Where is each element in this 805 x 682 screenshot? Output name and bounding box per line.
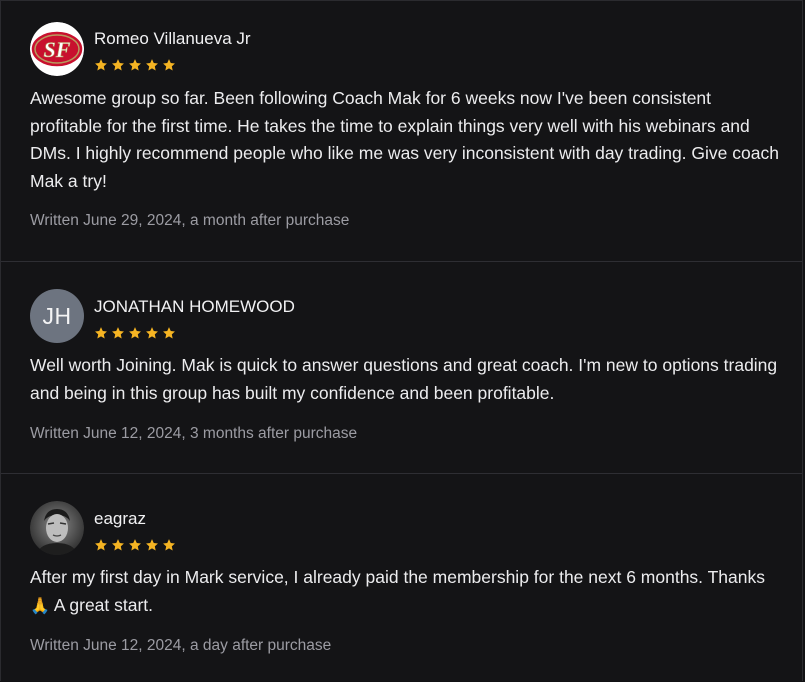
star-icon — [129, 539, 141, 551]
star-rating — [94, 538, 176, 552]
star-icon — [112, 539, 124, 551]
star-icon — [163, 59, 175, 71]
star-rating — [94, 326, 176, 340]
review-date: Written June 29, 2024, a month after pur… — [30, 212, 350, 229]
star-icon — [163, 327, 175, 339]
avatar[interactable]: JH — [30, 289, 84, 343]
reviews-panel: SF Romeo Villanueva Jr Awesome group so … — [0, 0, 803, 681]
review-text-part: A great start. — [49, 594, 154, 615]
star-rating — [94, 58, 176, 72]
star-icon — [163, 539, 175, 551]
review-text: Well worth Joining. Mak is quick to answ… — [30, 355, 778, 403]
reviewer-name: Romeo Villanueva Jr — [94, 29, 251, 48]
star-icon — [146, 59, 158, 71]
star-icon — [95, 539, 107, 551]
review-card: SF Romeo Villanueva Jr Awesome group so … — [1, 1, 802, 262]
review-text: After my first day in Mark service, I al… — [30, 564, 782, 619]
star-icon — [146, 539, 158, 551]
review-card: JH JONATHAN HOMEWOOD Well worth Joining.… — [1, 262, 802, 474]
svg-text:SF: SF — [44, 37, 71, 62]
reviewer-name: eagraz — [94, 509, 146, 528]
star-icon — [129, 59, 141, 71]
star-icon — [95, 327, 107, 339]
folded-hands-emoji-icon: 🙏 — [30, 595, 50, 615]
avatar[interactable]: SF — [30, 22, 84, 76]
review-date: Written June 12, 2024, a day after purch… — [30, 637, 332, 654]
review-date: Written June 12, 2024, 3 months after pu… — [30, 425, 358, 442]
avatar[interactable] — [30, 501, 84, 555]
star-icon — [146, 327, 158, 339]
reviewer-name: JONATHAN HOMEWOOD — [94, 297, 295, 316]
star-icon — [112, 59, 124, 71]
review-text-part: After my first day in Mark service, I al… — [30, 567, 765, 587]
star-icon — [112, 327, 124, 339]
review-card: eagraz After my first day in Mark servic… — [1, 474, 802, 682]
star-icon — [129, 327, 141, 339]
review-text: Awesome group so far. Been following Coa… — [30, 88, 779, 191]
star-icon — [95, 59, 107, 71]
